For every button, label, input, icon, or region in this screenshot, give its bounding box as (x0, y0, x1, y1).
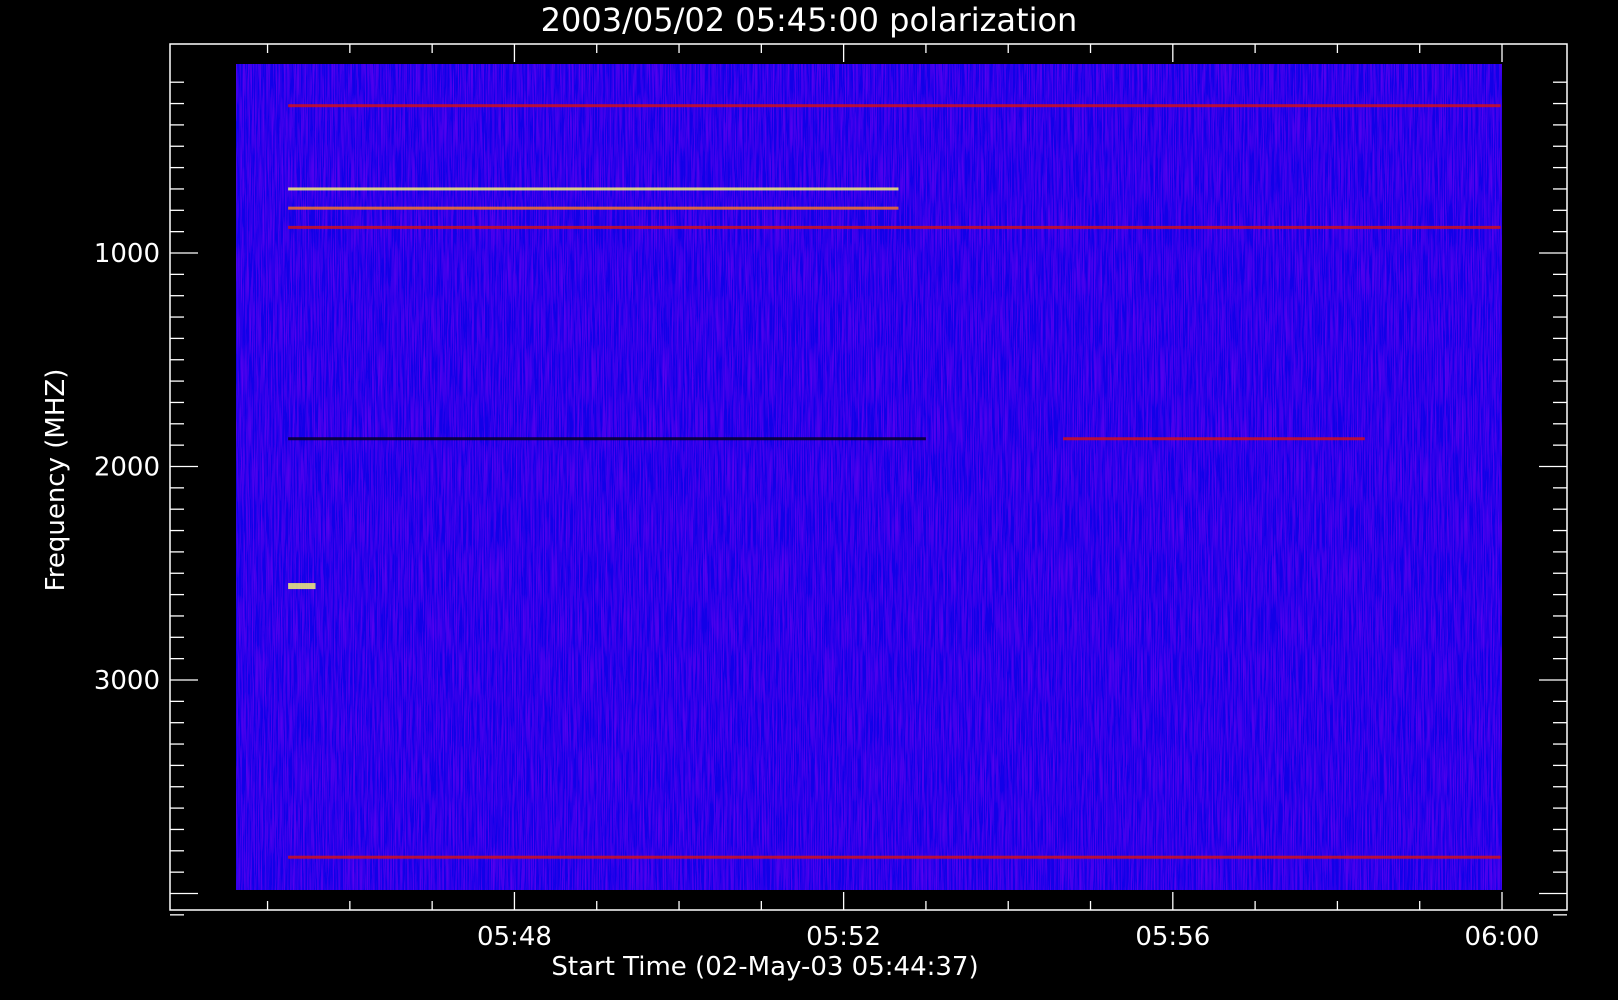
x-axis-label: Start Time (02-May-03 05:44:37) (551, 952, 978, 982)
x-tick-label: 06:00 (1465, 922, 1540, 952)
x-tick-label: 05:56 (1135, 922, 1210, 952)
x-tick-label: 05:48 (477, 922, 552, 952)
chart-svg: 2003/05/02 05:45:00 polarization 05:48 05… (0, 0, 1618, 1000)
feature-band-3 (288, 225, 1501, 229)
y-axis-label: Frequency (MHZ) (41, 369, 71, 592)
x-tick-label: 05:52 (806, 922, 881, 952)
feature-band-4 (288, 437, 926, 441)
y-tick-label: 2000 (94, 453, 160, 483)
feature-band-6 (288, 583, 316, 590)
feature-band-5 (1063, 437, 1365, 441)
feature-band-1 (288, 187, 899, 191)
feature-band-2 (288, 206, 899, 210)
spectrogram-image (236, 64, 1502, 890)
feature-band-0 (288, 104, 1501, 108)
chart-title: 2003/05/02 05:45:00 polarization (541, 1, 1078, 39)
feature-band-7 (288, 855, 1501, 859)
y-tick-label: 3000 (94, 666, 160, 696)
y-tick-label: 1000 (94, 239, 160, 269)
